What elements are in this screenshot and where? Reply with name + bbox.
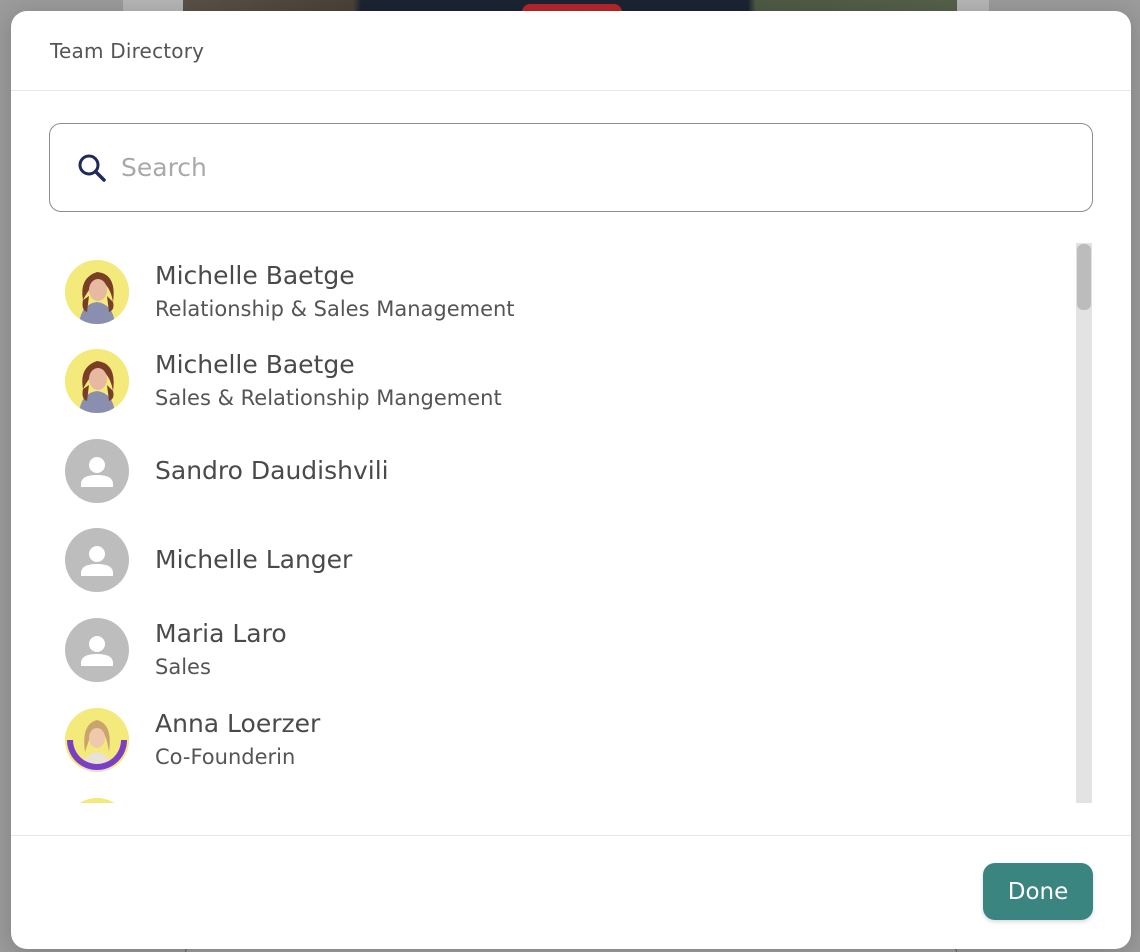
avatar — [65, 798, 129, 803]
person-icon — [81, 457, 113, 487]
member-name: Michelle Baetge — [155, 261, 355, 290]
team-directory-dialog: Team Directory M — [11, 11, 1131, 949]
person-icon — [81, 636, 113, 666]
avatar — [65, 708, 129, 772]
avatar — [65, 260, 129, 324]
dialog-header: Team Directory — [11, 11, 1131, 91]
search-icon — [75, 151, 109, 185]
list-item[interactable]: Sandro Daudishvili — [65, 436, 1045, 506]
member-name: Michelle Langer — [155, 545, 353, 574]
avatar — [65, 349, 129, 413]
done-button[interactable]: Done — [983, 863, 1093, 920]
member-name: Sandro Daudishvili — [155, 456, 389, 485]
member-name: Michelle Baetge — [155, 350, 355, 379]
member-role: Co-Founderin — [155, 745, 296, 769]
list-item[interactable] — [65, 795, 1045, 803]
search-field[interactable] — [49, 123, 1093, 212]
avatar — [65, 439, 129, 503]
member-name: Maria Laro — [155, 619, 287, 648]
list-scrollbar[interactable] — [1076, 243, 1092, 803]
member-list[interactable]: Michelle Baetge Relationship & Sales Man… — [49, 243, 1094, 803]
scrollbar-thumb[interactable] — [1077, 244, 1091, 310]
avatar — [65, 618, 129, 682]
list-item[interactable]: Michelle Langer — [65, 525, 1045, 595]
dialog-footer: Done — [11, 835, 1131, 949]
member-role: Sales & Relationship Mangement — [155, 386, 502, 410]
list-item[interactable]: Anna Loerzer Co-Founderin — [65, 705, 1045, 775]
person-icon — [81, 546, 113, 576]
list-item[interactable]: Michelle Baetge Relationship & Sales Man… — [65, 257, 1045, 327]
list-item[interactable]: Maria Laro Sales — [65, 615, 1045, 685]
search-input[interactable] — [121, 142, 1021, 193]
dialog-title: Team Directory — [50, 38, 205, 63]
list-item[interactable]: Michelle Baetge Sales & Relationship Man… — [65, 346, 1045, 416]
member-role: Sales — [155, 655, 211, 679]
avatar — [65, 528, 129, 592]
member-role: Relationship & Sales Management — [155, 297, 515, 321]
member-name: Anna Loerzer — [155, 709, 321, 738]
